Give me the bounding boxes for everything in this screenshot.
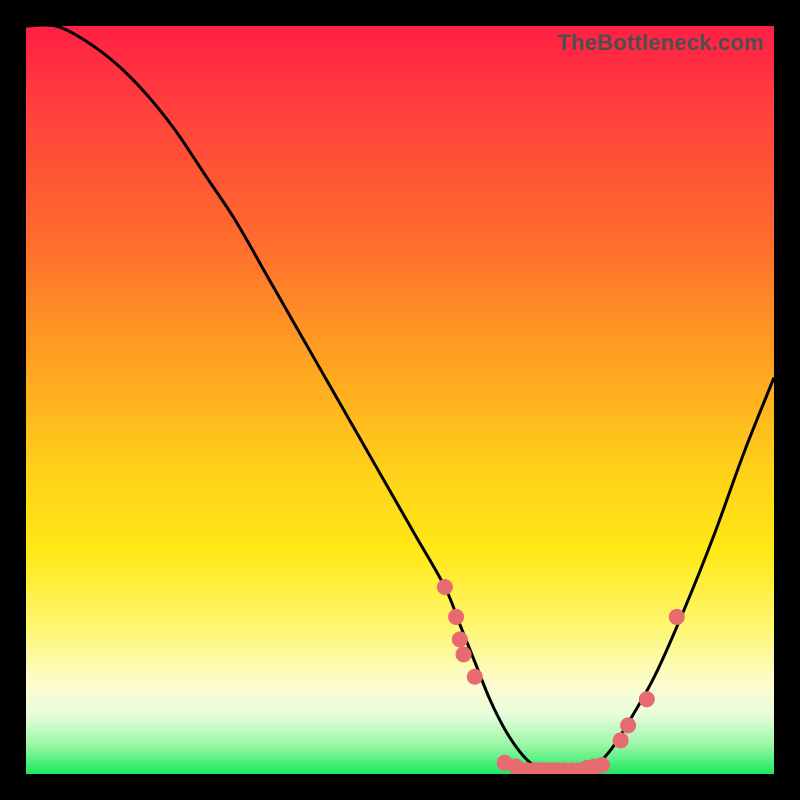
data-marker (449, 609, 464, 624)
data-marker (437, 580, 452, 595)
data-marker (621, 718, 636, 733)
marker-group (437, 580, 684, 775)
data-marker (669, 609, 684, 624)
data-marker (639, 692, 654, 707)
curve-svg (26, 26, 774, 774)
plot-area: TheBottleneck.com (26, 26, 774, 774)
data-marker (452, 632, 467, 647)
data-marker (467, 669, 482, 684)
data-marker (456, 647, 471, 662)
data-marker (613, 733, 628, 748)
data-marker (594, 758, 609, 773)
chart-frame: TheBottleneck.com (0, 0, 800, 800)
bottleneck-curve (26, 26, 774, 774)
